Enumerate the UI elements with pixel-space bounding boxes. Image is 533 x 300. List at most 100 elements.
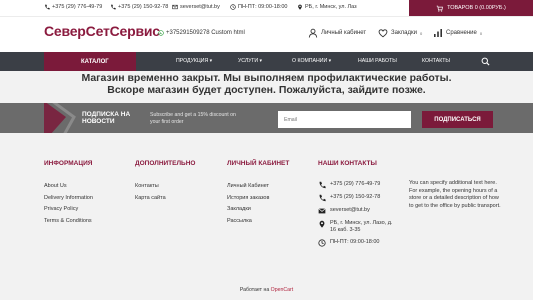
account-link[interactable]: Личный кабинет [308,28,366,38]
top-bar: +375 (29) 776-49-79 +375 (29) 150-92-78 … [0,0,533,16]
nav-item-contacts[interactable]: КОНТАКТЫ [422,58,450,64]
footer-link-terms[interactable]: Terms & Conditions [44,216,93,228]
wishlist-count: 0 [419,30,423,36]
subscribe-title-line-1: ПОДПИСКА НА [82,111,131,118]
subscribe-text-line-2: your first order [150,119,184,125]
phone-icon [111,4,116,10]
topbar-phone-1-text: +375 (29) 776-49-79 [52,4,103,10]
user-icon [308,28,318,38]
footer-info-title: ИНФОРМАЦИЯ [44,160,93,167]
heart-icon [378,29,388,38]
phone-icon [319,194,326,202]
nav-item-services[interactable]: УСЛУГИ ▾ [238,58,262,64]
footer-link-delivery[interactable]: Delivery Information [44,193,93,205]
whatsapp-icon [158,30,164,36]
nav-item-label: НАШИ РАБОТЫ [358,58,397,64]
topbar-phone-1[interactable]: +375 (29) 776-49-79 [44,4,102,10]
nav-item-products[interactable]: ПРОДУКЦИЯ ▾ [176,58,212,64]
footer-phone-1-text: +375 (29) 776-49-79 [330,181,381,187]
footer-address-line-2: 16 каб. 3-35 [330,227,361,233]
footer-contacts-title: НАШИ КОНТАКТЫ [318,160,377,167]
catalog-label: КАТАЛОГ [81,58,109,65]
subscribe-title-line-2: НОВОСТИ [82,118,115,125]
footer-link-privacy[interactable]: Privacy Policy [44,204,93,216]
topbar-hours: ПН-ПТ: 09:00-18:00 [230,4,287,10]
footer-phone-2-text: +375 (29) 150-92-78 [330,194,381,200]
footer: ИНФОРМАЦИЯ About Us Delivery Information… [0,133,533,300]
catalog-button[interactable]: КАТАЛОГ [44,52,136,71]
footer-link-sitemap[interactable]: Карта сайта [135,193,195,205]
topbar-phone-2[interactable]: +375 (29) 150-92-78 [110,4,168,10]
mail-icon [318,208,326,214]
header: СеверСетСервис +375291509278 Custom html… [0,16,533,52]
footer-email-text: severset@tut.by [330,207,370,213]
phone-icon [45,4,50,10]
footer-email[interactable]: severset@tut.by [318,207,392,215]
nav-item-label: ПРОДУКЦИЯ [176,58,209,64]
header-phone-text: +375291509278 Custom html [166,30,245,36]
subscribe-text-line-1: Subscribe and get a 15% discount on [150,112,236,118]
compare-label: Сравнение [446,30,477,36]
wishlist-label: Закладки [391,30,417,36]
footer-link-newsletter[interactable]: Рассылка [227,216,289,228]
footer-description: You can specify additional text here. Fo… [409,180,501,209]
nav-item-works[interactable]: НАШИ РАБОТЫ [358,58,397,64]
compare-count: 0 [479,30,483,36]
map-marker-icon [298,4,302,10]
map-marker-icon [319,220,325,228]
footer-link-account[interactable]: Личный Кабинет [227,181,289,193]
footer-phone-1[interactable]: +375 (29) 776-49-79 [318,181,392,189]
wishlist-link[interactable]: Закладки 0 [378,28,422,38]
site-logo[interactable]: СеверСетСервис [44,23,160,39]
maintenance-line-1: Магазин временно закрыт. Мы выполняем пр… [81,72,452,84]
account-label: Личный кабинет [321,30,367,36]
footer-account-column: ЛИЧНЫЙ КАБИНЕТ Личный Кабинет История за… [227,160,289,228]
subscribe-email-input[interactable] [278,111,411,128]
topbar-address: РБ, г. Минск, ул. Лаз [297,4,357,10]
footer-link-wishlist[interactable]: Закладки [227,204,289,216]
powered-by-prefix: Работает на [239,287,270,293]
header-phone[interactable]: +375291509278 Custom html [158,30,245,36]
subscribe-text: Subscribe and get a 15% discount on your… [150,112,236,126]
nav-item-label: О КОМПАНИИ [292,58,328,64]
nav-item-label: КОНТАКТЫ [422,58,450,64]
clock-icon [318,239,326,247]
topbar-address-text: РБ, г. Минск, ул. Лаз [305,4,357,10]
nav-item-about[interactable]: О КОМПАНИИ ▾ [292,58,331,64]
footer-extra-title: ДОПОЛНИТЕЛЬНО [135,160,196,167]
maintenance-line-2: Вскоре магазин будет доступен. Пожалуйст… [107,84,426,96]
topbar-hours-text: ПН-ПТ: 09:00-18:00 [238,4,288,10]
subscribe-band: ПОДПИСКА НА НОВОСТИ Subscribe and get a … [0,103,533,133]
cart-label: ТОВАРОВ 0 (0.00РУБ.) [447,5,506,11]
footer-link-about[interactable]: About Us [44,181,93,193]
footer-link-contacts[interactable]: Контакты [135,181,195,193]
mail-icon [172,4,178,10]
compare-link[interactable]: Сравнение 0 [433,28,482,38]
footer-info-column: ИНФОРМАЦИЯ About Us Delivery Information… [44,160,93,228]
footer-contacts-column: НАШИ КОНТАКТЫ +375 (29) 776-49-79 +375 (… [318,160,392,252]
clock-icon [230,4,236,10]
subscribe-button[interactable]: ПОДПИСАТЬСЯ [422,111,493,128]
search-icon[interactable] [481,57,490,66]
footer-extra-column: ДОПОЛНИТЕЛЬНО Контакты Карта сайта [135,160,195,204]
footer-account-title: ЛИЧНЫЙ КАБИНЕТ [227,160,290,167]
maintenance-message: Магазин временно закрыт. Мы выполняем пр… [0,71,533,103]
phone-icon [319,181,326,189]
cart-icon [436,5,444,12]
topbar-phone-2-text: +375 (29) 150-92-78 [118,4,169,10]
nav-item-label: УСЛУГИ [238,58,259,64]
powered-by: Работает на OpenCart [0,287,533,293]
compare-icon [434,29,442,37]
topbar-email-text: severset@tut.by [180,4,220,10]
subscribe-title: ПОДПИСКА НА НОВОСТИ [82,111,130,125]
main-nav: КАТАЛОГ ПРОДУКЦИЯ ▾ УСЛУГИ ▾ О КОМПАНИИ … [0,52,533,71]
cart-button[interactable]: ТОВАРОВ 0 (0.00РУБ.) [409,0,533,16]
footer-hours: ПН-ПТ: 09:00-18:00 [318,239,392,247]
footer-hours-text: ПН-ПТ: 09:00-18:00 [330,239,380,245]
footer-address-line-1: РБ, г. Минск, ул. Лазо, д. [330,220,393,226]
footer-address: РБ, г. Минск, ул. Лазо, д. 16 каб. 3-35 [318,220,392,234]
powered-by-brand-link[interactable]: OpenCart [271,287,294,293]
topbar-email[interactable]: severset@tut.by [172,4,220,10]
footer-phone-2[interactable]: +375 (29) 150-92-78 [318,194,392,202]
footer-link-order-history[interactable]: История заказов [227,193,289,205]
